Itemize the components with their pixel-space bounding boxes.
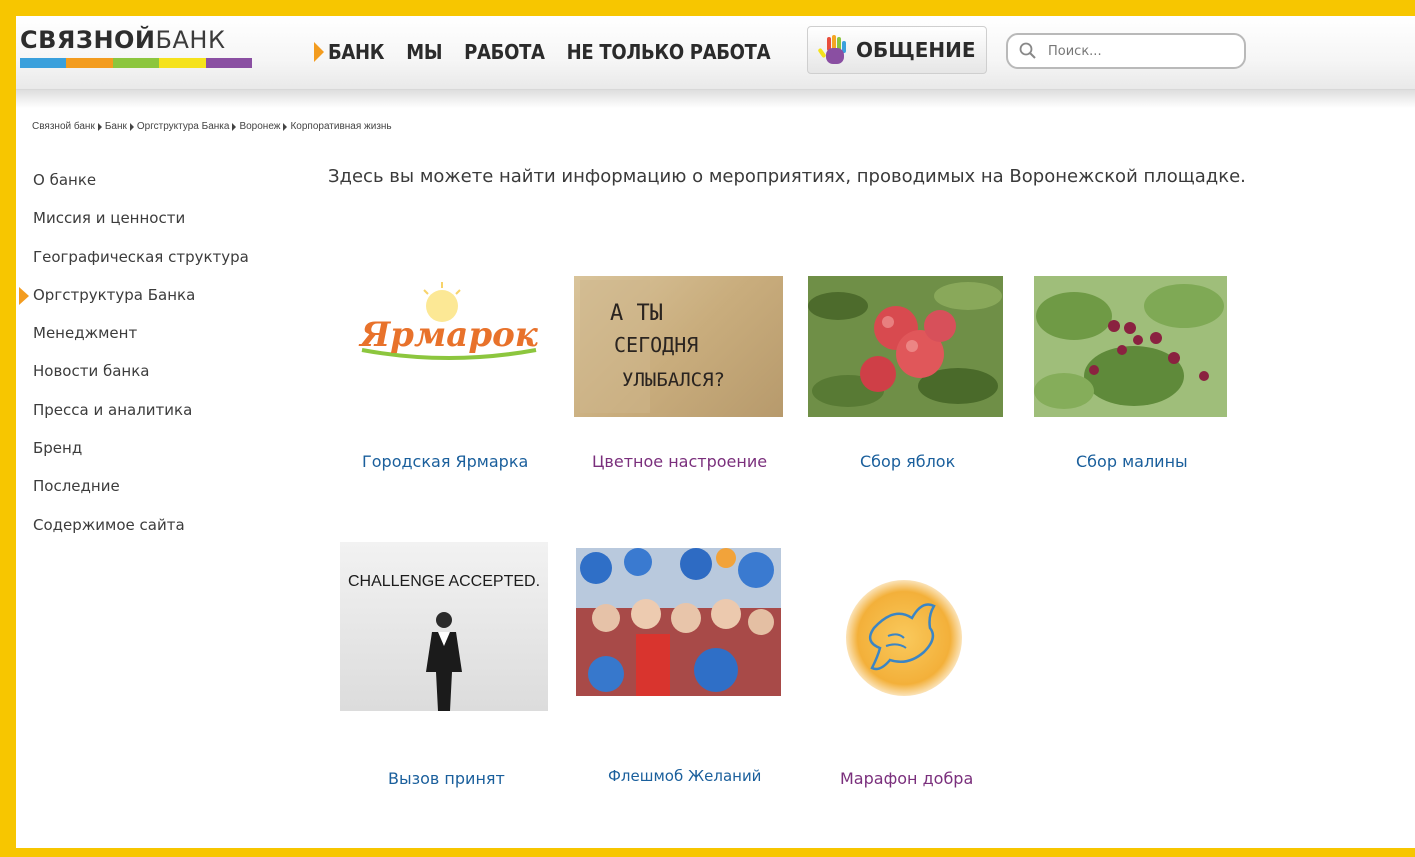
stripe-blue bbox=[20, 58, 67, 68]
communication-button[interactable]: ОБЩЕНИЕ bbox=[807, 26, 987, 74]
breadcrumb-item[interactable]: Связной банк bbox=[32, 121, 95, 132]
smile-wall-image[interactable]: А ТЫ СЕГОДНЯ УЛЫБАЛСЯ? bbox=[574, 276, 783, 417]
search-icon bbox=[1019, 42, 1036, 59]
sidebar-item-management[interactable]: Менеджмент bbox=[16, 319, 276, 357]
breadcrumb-separator-icon bbox=[129, 122, 134, 131]
tile-caption-marathon[interactable]: Марафон добра bbox=[840, 769, 973, 788]
colorful-hand-icon bbox=[818, 35, 846, 64]
raspberries-image[interactable] bbox=[1034, 276, 1227, 417]
nav-item-bank[interactable]: БАНК bbox=[328, 40, 385, 64]
flashmob-illustration bbox=[576, 548, 781, 696]
sidebar-item-geography[interactable]: Географическая структура bbox=[16, 243, 276, 281]
challenge-image-text: CHALLENGE ACCEPTED. bbox=[348, 573, 540, 590]
wall-text-line-2: СЕГОДНЯ bbox=[614, 333, 698, 357]
sidebar-item-news[interactable]: Новости банка bbox=[16, 357, 276, 395]
sidebar-item-recent[interactable]: Последние bbox=[16, 472, 276, 510]
apples-illustration bbox=[808, 276, 1003, 417]
fair-image[interactable]: Ярмарок bbox=[354, 280, 544, 372]
breadcrumb-current: Корпоративная жизнь bbox=[290, 121, 392, 132]
breadcrumb: Связной банк Банк Оргструктура Банка Вор… bbox=[32, 121, 392, 132]
logo-text: СВЯЗНОЙБАНК bbox=[20, 26, 252, 54]
main-nav: БАНК МЫ РАБОТА НЕ ТОЛЬКО РАБОТА bbox=[314, 36, 792, 68]
sidebar-item-brand[interactable]: Бренд bbox=[16, 434, 276, 472]
nav-item-not-only-work[interactable]: НЕ ТОЛЬКО РАБОТА bbox=[567, 40, 771, 64]
breadcrumb-item[interactable]: Воронеж bbox=[239, 121, 280, 132]
search-input[interactable] bbox=[1048, 43, 1228, 59]
site-header: СВЯЗНОЙБАНК БАНК МЫ РАБОТА НЕ ТОЛЬКО РАБ… bbox=[16, 16, 1415, 90]
breadcrumb-item[interactable]: Оргструктура Банка bbox=[137, 121, 230, 132]
logo-color-stripe bbox=[20, 58, 253, 68]
raspberries-illustration bbox=[1034, 276, 1227, 417]
fair-illustration: Ярмарок bbox=[358, 282, 539, 360]
logo-part1: СВЯЗНОЙ bbox=[20, 26, 156, 54]
tile-caption-colorful-mood[interactable]: Цветное настроение bbox=[592, 452, 767, 471]
sidebar-item-press[interactable]: Пресса и аналитика bbox=[16, 396, 276, 434]
breadcrumb-separator-icon bbox=[283, 122, 288, 131]
tile-caption-flashmob[interactable]: Флешмоб Желаний bbox=[608, 767, 761, 785]
bank-logo[interactable]: СВЯЗНОЙБАНК bbox=[20, 26, 253, 70]
nav-item-we[interactable]: МЫ bbox=[406, 40, 442, 64]
tile-caption-challenge[interactable]: Вызов принят bbox=[388, 769, 505, 788]
sidebar-item-site-content[interactable]: Содержимое сайта bbox=[16, 511, 276, 549]
breadcrumb-separator-icon bbox=[232, 122, 237, 131]
challenge-illustration: CHALLENGE ACCEPTED. bbox=[348, 573, 540, 711]
intro-text: Здесь вы можете найти информацию о мероп… bbox=[328, 166, 1246, 187]
sidebar-item-about[interactable]: О банке bbox=[16, 166, 276, 204]
communication-button-label: ОБЩЕНИЕ bbox=[856, 38, 976, 62]
flashmob-image[interactable] bbox=[576, 548, 781, 696]
breadcrumb-separator-icon bbox=[97, 122, 102, 131]
nav-item-work[interactable]: РАБОТА bbox=[464, 40, 545, 64]
tile-caption-apples[interactable]: Сбор яблок bbox=[860, 452, 955, 471]
challenge-accepted-image[interactable]: CHALLENGE ACCEPTED. bbox=[340, 542, 548, 711]
dove-emblem-icon bbox=[846, 580, 962, 696]
logo-part2: БАНК bbox=[155, 26, 226, 54]
nav-active-arrow-icon bbox=[314, 42, 324, 62]
smile-wall-illustration: А ТЫ СЕГОДНЯ УЛЫБАЛСЯ? bbox=[580, 280, 725, 413]
stripe-orange bbox=[66, 58, 113, 68]
tile-caption-raspberries[interactable]: Сбор малины bbox=[1076, 452, 1188, 471]
fair-image-text: Ярмарок bbox=[358, 315, 539, 355]
header-shadow bbox=[16, 90, 1415, 108]
apples-image[interactable] bbox=[808, 276, 1003, 417]
wall-text-line-1: А ТЫ bbox=[610, 301, 663, 326]
page-frame: СВЯЗНОЙБАНК БАНК МЫ РАБОТА НЕ ТОЛЬКО РАБ… bbox=[16, 16, 1415, 848]
marathon-image[interactable] bbox=[834, 576, 974, 700]
sidebar-item-org-structure[interactable]: Оргструктура Банка bbox=[16, 281, 276, 319]
stripe-green bbox=[112, 58, 160, 68]
tile-caption-fair[interactable]: Городская Ярмарка bbox=[362, 452, 528, 471]
stripe-purple bbox=[205, 58, 253, 68]
search-box[interactable] bbox=[1006, 33, 1246, 69]
sidebar-nav: О банке Миссия и ценности Географическая… bbox=[16, 166, 276, 549]
sidebar-item-mission[interactable]: Миссия и ценности bbox=[16, 204, 276, 242]
stripe-yellow bbox=[159, 58, 206, 68]
breadcrumb-item[interactable]: Банк bbox=[105, 121, 127, 132]
wall-text-line-3: УЛЫБАЛСЯ? bbox=[622, 369, 725, 391]
